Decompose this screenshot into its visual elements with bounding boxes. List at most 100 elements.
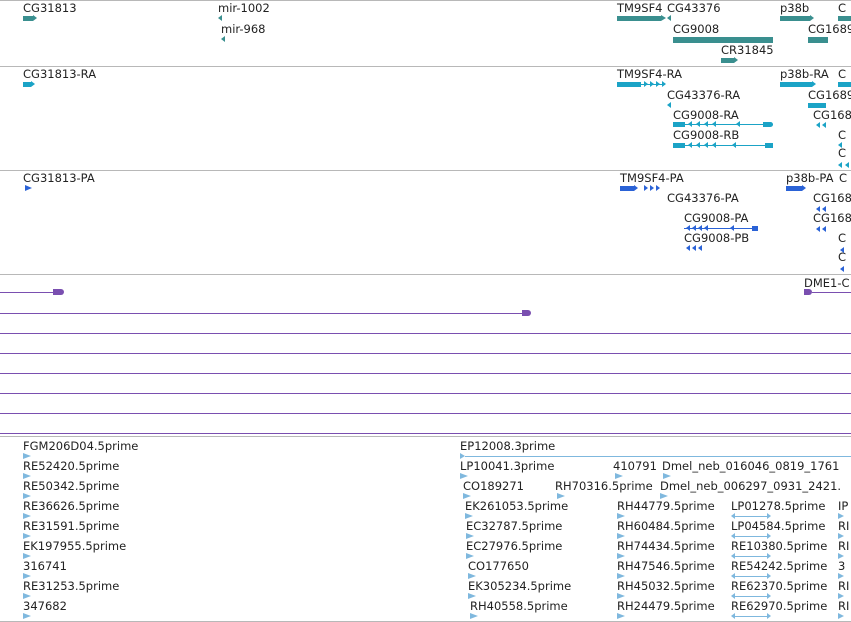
match-feature[interactable] bbox=[804, 289, 812, 295]
match-label[interactable]: DME1-C bbox=[804, 277, 850, 290]
gene-label[interactable]: CG43376 bbox=[667, 2, 721, 15]
est-label[interactable]: LP01278.5prime bbox=[731, 500, 825, 513]
est-label[interactable]: EP12008.3prime bbox=[460, 440, 555, 453]
est-arrow[interactable] bbox=[617, 613, 625, 619]
est-label[interactable]: CO177650 bbox=[468, 560, 529, 573]
gene-feature[interactable] bbox=[838, 16, 851, 21]
est-label[interactable]: 316741 bbox=[23, 560, 67, 573]
est-label[interactable]: RI bbox=[838, 540, 849, 553]
protein-arrow[interactable] bbox=[25, 185, 32, 191]
est-label[interactable]: EC32787.5prime bbox=[466, 520, 562, 533]
est-label[interactable]: RE31253.5prime bbox=[23, 580, 119, 593]
est-label[interactable]: RE62370.5prime bbox=[731, 580, 827, 593]
transcript-label[interactable]: CG168 bbox=[813, 109, 851, 122]
est-label[interactable]: RI bbox=[838, 600, 849, 613]
est-label[interactable]: RI bbox=[838, 520, 849, 533]
transcript-feature[interactable] bbox=[838, 82, 851, 87]
protein-feature[interactable] bbox=[752, 226, 758, 231]
transcript-feature[interactable] bbox=[763, 122, 773, 127]
est-label[interactable]: RH74434.5prime bbox=[617, 540, 715, 553]
est-label[interactable]: IP bbox=[838, 500, 848, 513]
protein-feature[interactable] bbox=[620, 186, 634, 191]
transcript-arrow[interactable] bbox=[667, 102, 671, 108]
protein-label[interactable]: CG31813-PA bbox=[23, 172, 95, 185]
protein-label[interactable]: TM9SF4-PA bbox=[620, 172, 684, 185]
est-label[interactable]: EC27976.5prime bbox=[466, 540, 562, 553]
gene-label[interactable]: CR31845 bbox=[721, 44, 774, 57]
est-line bbox=[735, 516, 767, 517]
protein-label[interactable]: CG168 bbox=[813, 212, 851, 225]
transcript-arrow[interactable] bbox=[816, 122, 820, 128]
est-label[interactable]: LP10041.3prime bbox=[460, 460, 554, 473]
protein-feature[interactable] bbox=[786, 186, 802, 191]
transcript-label[interactable]: p38b-RA bbox=[780, 68, 829, 81]
est-label[interactable]: 3 bbox=[838, 560, 845, 573]
est-label[interactable]: Dmel_neb_016046_0819_1761 bbox=[662, 460, 839, 473]
transcript-feature[interactable] bbox=[673, 143, 685, 148]
est-label[interactable]: RE54242.5prime bbox=[731, 560, 827, 573]
est-label[interactable]: RE62970.5prime bbox=[731, 600, 827, 613]
transcript-feature[interactable] bbox=[23, 82, 31, 87]
gene-feature[interactable] bbox=[721, 58, 734, 63]
est-label[interactable]: EK261053.5prime bbox=[465, 500, 568, 513]
protein-arrow bbox=[698, 245, 702, 251]
transcript-label[interactable]: TM9SF4-RA bbox=[617, 68, 682, 81]
gene-arrow[interactable] bbox=[667, 15, 671, 21]
transcript-label[interactable]: CG1689 bbox=[808, 89, 851, 102]
est-track: FGM206D04.5prime RE52420.5prime RE50342.… bbox=[0, 437, 851, 622]
est-label[interactable]: RH44779.5prime bbox=[617, 500, 715, 513]
est-label[interactable]: RI bbox=[838, 580, 849, 593]
est-arrow[interactable] bbox=[470, 613, 478, 619]
est-label[interactable]: RH60484.5prime bbox=[617, 520, 715, 533]
est-label[interactable]: RE50342.5prime bbox=[23, 480, 119, 493]
gene-label[interactable]: mir-968 bbox=[221, 23, 266, 36]
transcript-feature[interactable] bbox=[673, 122, 685, 127]
transcript-label[interactable]: CG9008-RB bbox=[673, 129, 739, 142]
est-label[interactable]: CO189271 bbox=[463, 480, 524, 493]
est-label[interactable]: Dmel_neb_006297_0931_2421. bbox=[660, 480, 841, 493]
transcript-arrow bbox=[712, 121, 716, 127]
transcript-label[interactable]: CG43376-RA bbox=[667, 89, 740, 102]
protein-label[interactable]: CG9008-PB bbox=[684, 232, 749, 245]
est-label[interactable]: FGM206D04.5prime bbox=[23, 440, 138, 453]
gene-label[interactable]: CG9008 bbox=[673, 23, 719, 36]
est-label[interactable]: RE52420.5prime bbox=[23, 460, 119, 473]
est-label[interactable]: RH45032.5prime bbox=[617, 580, 715, 593]
transcript-label[interactable]: CG31813-RA bbox=[23, 68, 96, 81]
est-label[interactable]: 347682 bbox=[23, 600, 67, 613]
gene-label[interactable]: CG1689 bbox=[808, 23, 851, 36]
est-label[interactable]: RE10380.5prime bbox=[731, 540, 827, 553]
gene-label[interactable]: CG31813 bbox=[23, 2, 77, 15]
est-label[interactable]: RH40558.5prime bbox=[470, 600, 568, 613]
protein-label[interactable]: CG9008-PA bbox=[684, 212, 748, 225]
est-label[interactable]: RH47546.5prime bbox=[617, 560, 715, 573]
est-label[interactable]: RH70316.5prime bbox=[555, 480, 653, 493]
gene-feature[interactable] bbox=[808, 37, 828, 43]
match-feature[interactable] bbox=[522, 310, 531, 316]
transcript-arrow[interactable] bbox=[822, 122, 826, 128]
gene-feature[interactable] bbox=[23, 16, 33, 21]
gene-feature[interactable] bbox=[617, 16, 661, 21]
est-label[interactable]: EK305234.5prime bbox=[468, 580, 571, 593]
gene-label[interactable]: mir-1002 bbox=[218, 2, 270, 15]
est-arrow[interactable] bbox=[557, 493, 565, 499]
gene-arrow[interactable] bbox=[221, 36, 225, 42]
match-feature[interactable] bbox=[53, 289, 64, 295]
est-label[interactable]: LP04584.5prime bbox=[731, 520, 825, 533]
protein-label[interactable]: p38b-PA bbox=[786, 172, 833, 185]
est-label[interactable]: RE36626.5prime bbox=[23, 500, 119, 513]
gene-label[interactable]: p38b bbox=[780, 2, 809, 15]
est-label[interactable]: 410791 bbox=[613, 460, 657, 473]
protein-label[interactable]: CG168 bbox=[813, 192, 851, 205]
gene-feature[interactable] bbox=[780, 16, 810, 21]
gene-arrow[interactable] bbox=[218, 15, 222, 21]
protein-label[interactable]: CG43376-PA bbox=[667, 192, 739, 205]
transcript-feature[interactable] bbox=[780, 82, 812, 87]
transcript-feature[interactable] bbox=[765, 143, 773, 148]
est-label[interactable]: RH24479.5prime bbox=[617, 600, 715, 613]
est-arrow[interactable] bbox=[23, 613, 31, 619]
est-label[interactable]: RE31591.5prime bbox=[23, 520, 119, 533]
gene-label[interactable]: TM9SF4 bbox=[617, 2, 663, 15]
transcript-feature[interactable] bbox=[617, 82, 641, 87]
est-label[interactable]: EK197955.5prime bbox=[23, 540, 126, 553]
